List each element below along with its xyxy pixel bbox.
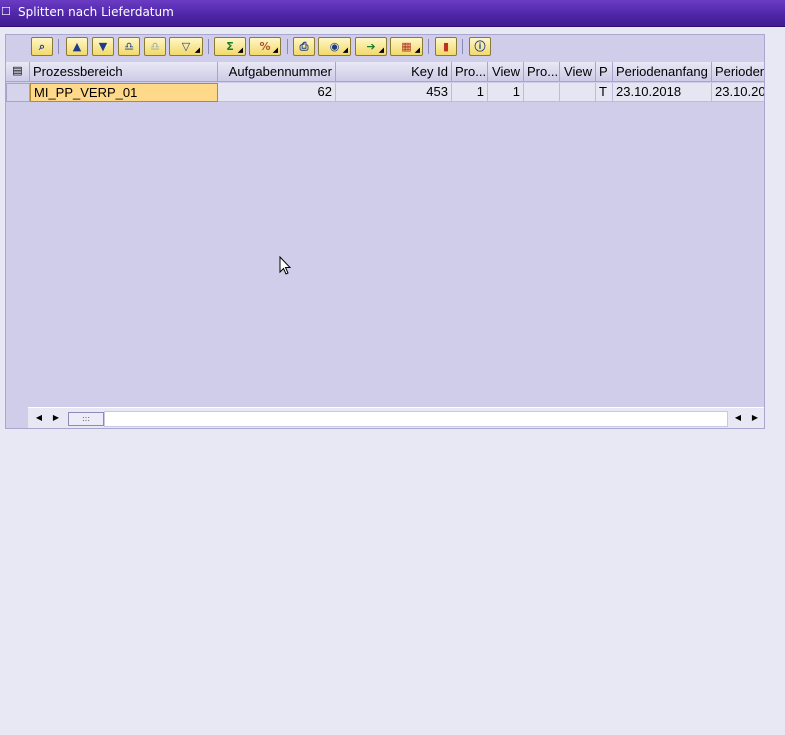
window-title-bar: ☐ Splitten nach Lieferdatum [0, 0, 785, 27]
scroll-thumb[interactable]: ::: [68, 412, 104, 426]
info-icon[interactable]: ⓘ [469, 37, 491, 56]
table-cell[interactable]: 1 [488, 83, 524, 102]
table-cell[interactable] [560, 83, 596, 102]
sum-icon[interactable]: Σ ◢ [214, 37, 246, 56]
window-icon: ☐ [1, 5, 11, 18]
column-header[interactable]: Periodenanfang [613, 62, 712, 82]
scroll-track[interactable] [104, 411, 728, 427]
scroll-right-icon[interactable]: ▶ [49, 411, 63, 425]
toolbar-separator [287, 39, 288, 54]
column-header[interactable]: Key Id [336, 62, 452, 82]
graphic-icon[interactable]: ▮ [435, 37, 457, 56]
sort-ascending-icon[interactable]: ▲ [66, 37, 88, 56]
toolbar-separator [428, 39, 429, 54]
column-header[interactable]: View [488, 62, 524, 82]
scroll-right-icon[interactable]: ▶ [748, 411, 762, 425]
toolbar-separator [208, 39, 209, 54]
grid-toolbar: ⌕ ▲ ▼ ♎ ♎ ▽ ◢ Σ ◢ % ◢ ⎙ ◉ ◢ ➔ ◢ ▦ ◢ ▮ ⓘ [6, 35, 764, 60]
column-header[interactable]: Pro... [524, 62, 560, 82]
find-icon[interactable]: ♎ [118, 37, 140, 56]
toolbar-separator [462, 39, 463, 54]
layout-icon[interactable]: ▦ ◢ [390, 37, 423, 56]
table-cell[interactable]: T [596, 83, 613, 102]
column-header[interactable]: View [560, 62, 596, 82]
table-cell[interactable]: MI_PP_VERP_01 [30, 83, 218, 102]
details-icon[interactable]: ⌕ [31, 37, 53, 56]
window-title: Splitten nach Lieferdatum [18, 5, 174, 19]
toolbar-separator [58, 39, 59, 54]
scroll-left-icon[interactable]: ◀ [32, 411, 46, 425]
subtotal-icon[interactable]: % ◢ [249, 37, 281, 56]
column-header[interactable]: Aufgabennummer [218, 62, 336, 82]
table-cell[interactable] [524, 83, 560, 102]
filter-icon[interactable]: ▽ ◢ [169, 37, 203, 56]
column-header[interactable]: P [596, 62, 613, 82]
table-cell[interactable]: 23.10.20 [712, 83, 764, 102]
column-header[interactable]: Prozessbereich [30, 62, 218, 82]
alv-grid: ⌕ ▲ ▼ ♎ ♎ ▽ ◢ Σ ◢ % ◢ ⎙ ◉ ◢ ➔ ◢ ▦ ◢ ▮ ⓘ ▤ Proz… [5, 34, 765, 429]
views-icon[interactable]: ◉ ◢ [318, 37, 351, 56]
table-cell[interactable]: 62 [218, 83, 336, 102]
column-header[interactable]: Pro... [452, 62, 488, 82]
column-header[interactable]: Perioden [712, 62, 764, 82]
sort-descending-icon[interactable]: ▼ [92, 37, 114, 56]
print-icon[interactable]: ⎙ [293, 37, 315, 56]
table-cell[interactable]: 1 [452, 83, 488, 102]
export-icon[interactable]: ➔ ◢ [355, 37, 387, 56]
layout-settings-icon[interactable]: ▤ [6, 62, 30, 82]
table-cell[interactable]: 23.10.2018 [613, 83, 712, 102]
mouse-cursor-icon [279, 256, 292, 275]
find-next-icon[interactable]: ♎ [144, 37, 166, 56]
scroll-left-icon[interactable]: ◀ [731, 411, 745, 425]
horizontal-scrollbar[interactable]: ◀ ▶ ::: ◀ ▶ [28, 407, 764, 428]
table-cell[interactable]: 453 [336, 83, 452, 102]
row-selector[interactable] [6, 83, 30, 102]
